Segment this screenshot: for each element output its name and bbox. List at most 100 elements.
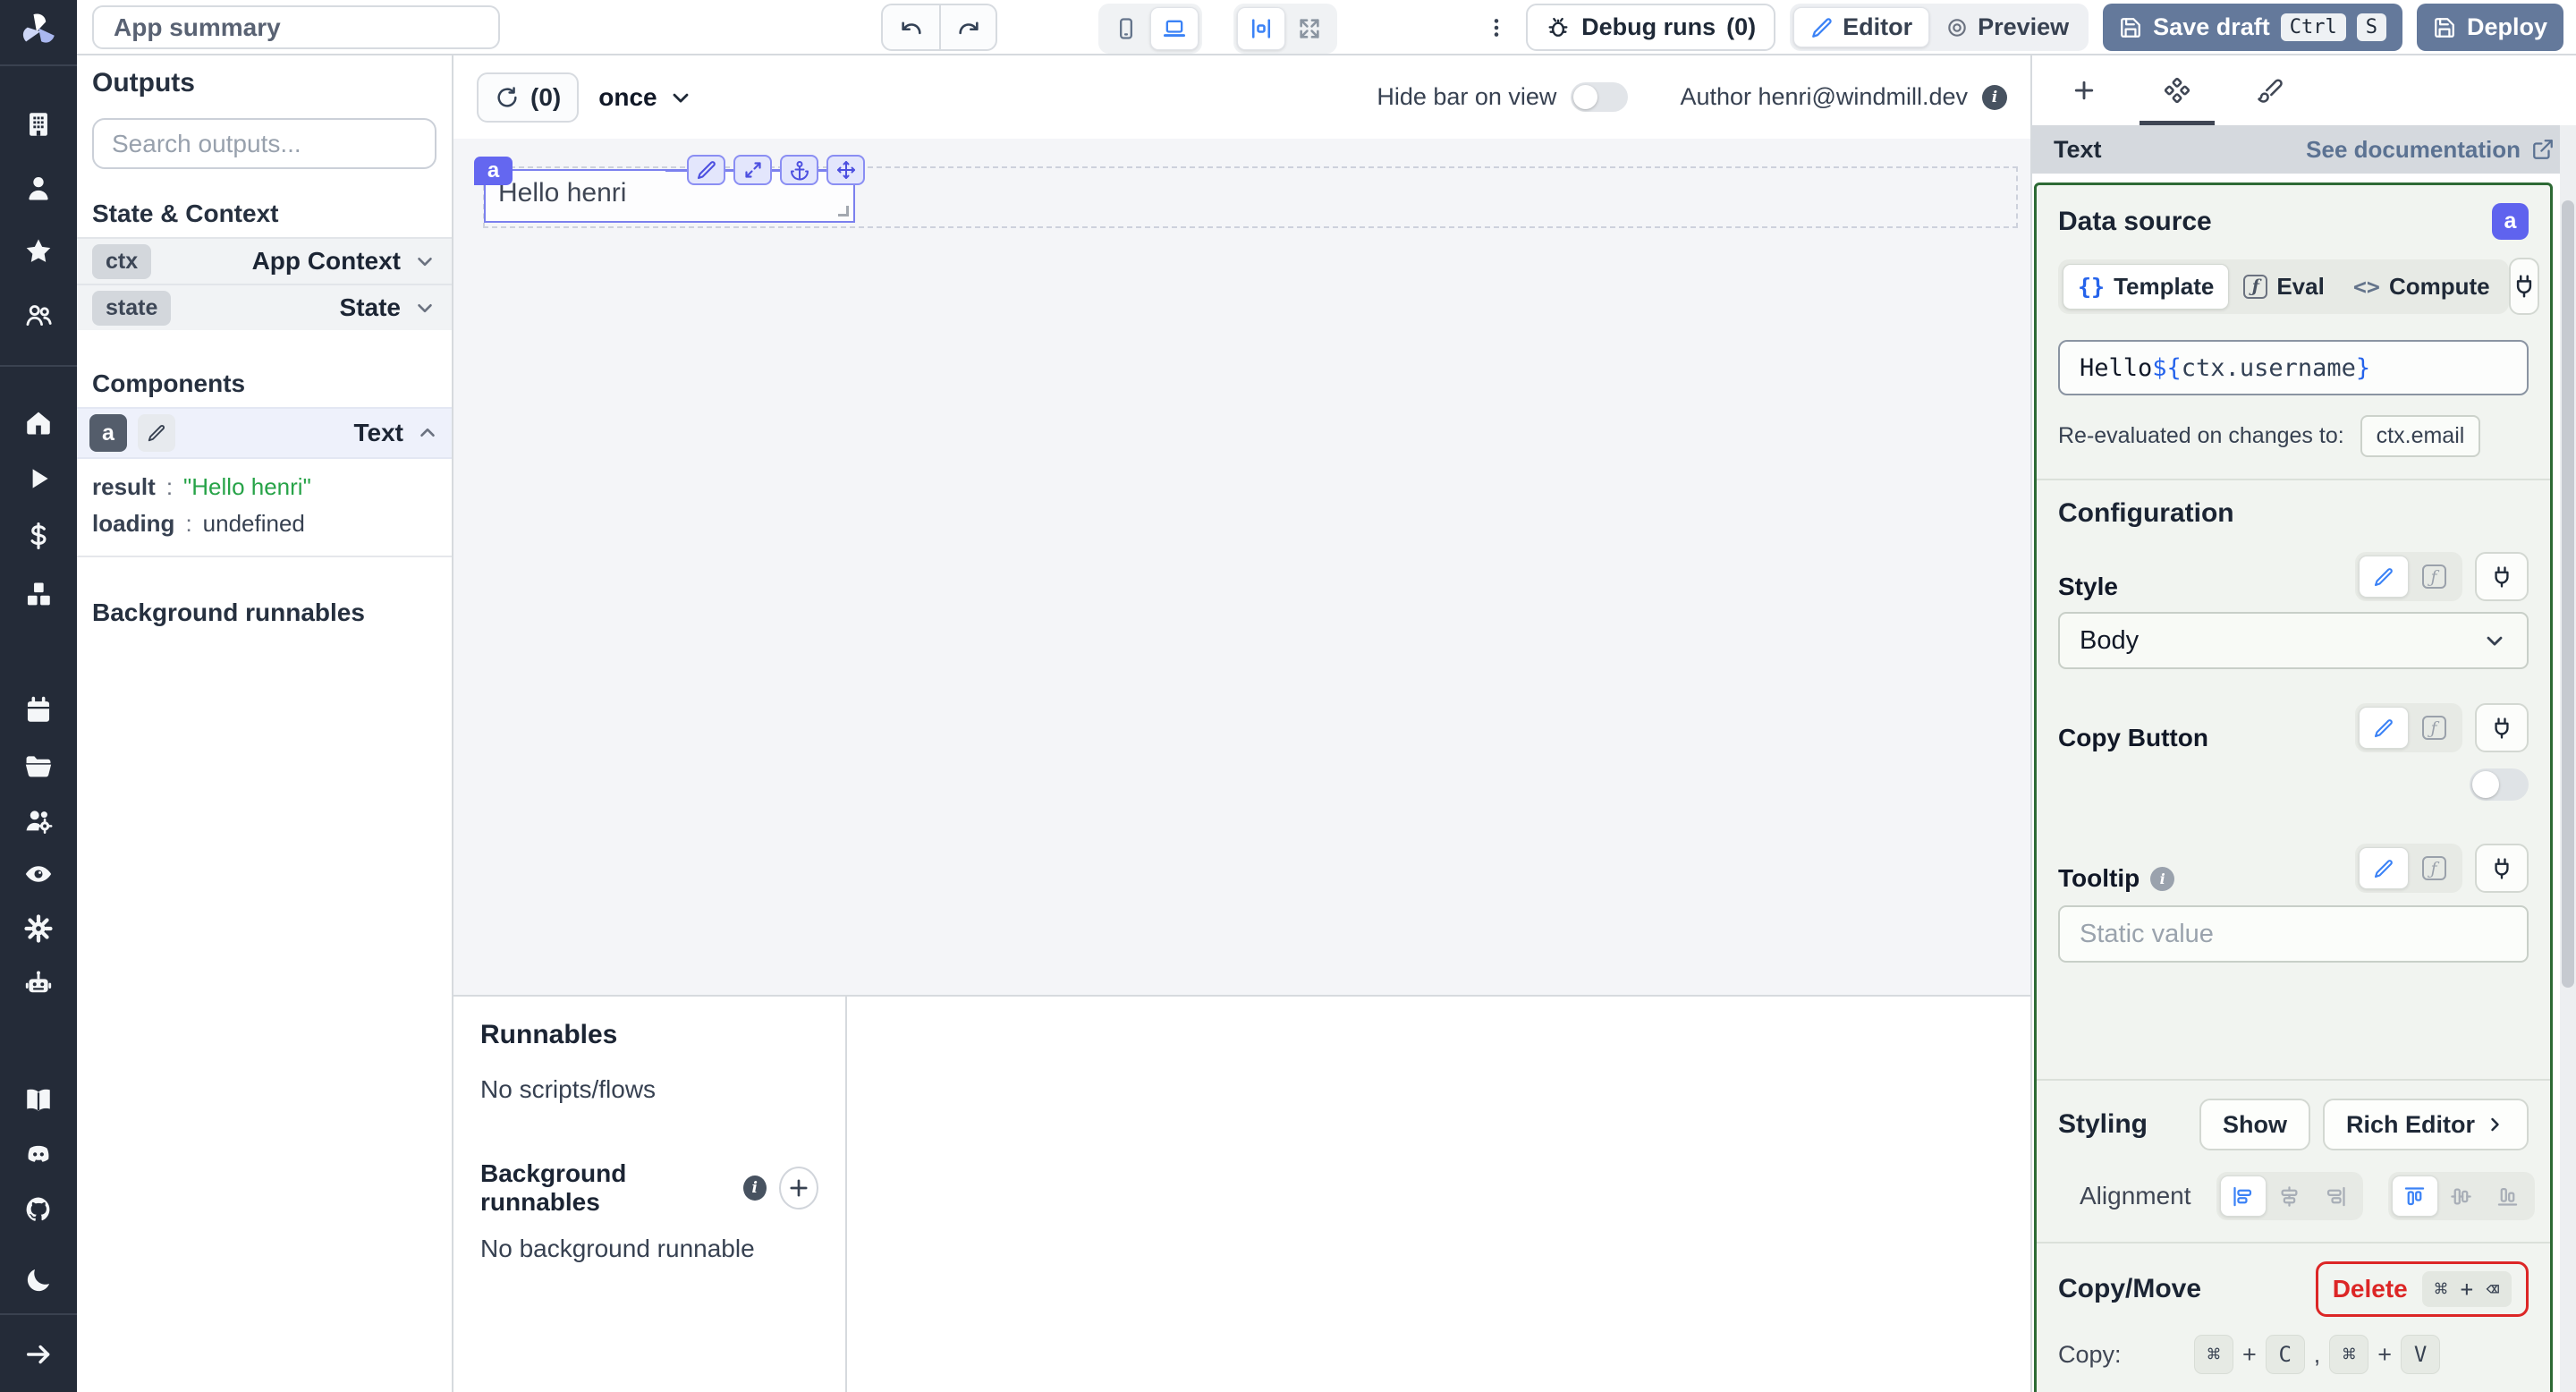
eval-mode-button[interactable]: ƒ [2409,707,2459,749]
debug-runs-button[interactable]: Debug runs (0) [1526,4,1776,51]
undo-redo-group [881,4,997,51]
background-runnables-info-icon[interactable]: i [742,1176,767,1201]
ctx-row[interactable]: ctx App Context [77,237,452,284]
sidebar-item-resources[interactable] [23,580,54,610]
expand-sidebar-icon[interactable] [23,1339,54,1370]
copy-move-section: Copy/Move Delete ⌘ + ⌫ Copy: ⌘ + C, ⌘ + V [2037,1243,2550,1392]
refresh-app-button[interactable]: (0) [477,72,580,123]
discord-icon[interactable] [23,1139,54,1169]
chevron-down-icon [673,93,688,102]
show-styling-button[interactable]: Show [2199,1099,2310,1150]
canvas-grid[interactable]: a Hello henri [453,139,2030,995]
add-background-runnable-button[interactable] [778,1167,818,1210]
align-middle-button[interactable] [2438,1176,2485,1217]
delete-component-button[interactable]: Delete ⌘ + ⌫ [2315,1261,2529,1317]
align-right-button[interactable] [2313,1176,2360,1217]
align-bottom-button[interactable] [2485,1176,2531,1217]
connect-plug-button[interactable] [2475,552,2529,601]
save-draft-button[interactable]: Save draft Ctrl S [2103,4,2402,51]
resize-handle[interactable] [838,206,849,216]
hide-bar-toggle[interactable] [1571,82,1629,112]
eval-mode-button[interactable]: ƒ [2409,556,2459,598]
eval-mode-button[interactable]: ƒ [2409,847,2459,889]
compute-mode-button[interactable]: <> Compute [2339,265,2504,309]
full-width-button[interactable] [1285,7,1334,50]
editor-tab[interactable]: Editor [1793,7,1930,47]
state-row[interactable]: state State [77,284,452,330]
redo-button[interactable] [939,5,996,49]
sidebar-item-home[interactable] [23,407,54,437]
align-left-button[interactable] [2219,1176,2267,1217]
output-result[interactable]: result : "Hello henri" [92,473,436,501]
see-documentation-link[interactable]: See documentation [2306,136,2555,164]
app-summary-input[interactable] [92,5,500,49]
data-source-section: Data source a {} Template ƒ Eval <> Comp… [2037,185,2550,480]
debug-runs-label: Debug runs [1581,13,1716,40]
sidebar-item-settings[interactable] [23,913,54,944]
author-info-icon[interactable]: i [1982,84,2007,110]
styling-section: Styling Show Rich Editor Alignment [2037,1081,2550,1243]
template-mode-button[interactable]: {} Template [2063,263,2230,310]
fixed-width-button[interactable] [1237,7,1285,50]
schedule-dropdown[interactable]: once [598,83,692,112]
tooltip-input[interactable] [2058,905,2529,963]
deploy-button[interactable]: Deploy [2416,4,2563,51]
tab-global-styling[interactable] [2224,55,2317,125]
text-component[interactable]: Hello henri [484,155,865,223]
desktop-view-button[interactable] [1150,7,1199,50]
align-center-button[interactable] [2267,1176,2313,1217]
scrollbar-thumb[interactable] [2562,200,2574,988]
tab-insert-component[interactable] [2038,55,2131,125]
move-component-button[interactable] [826,155,865,185]
anchor-component-button[interactable] [780,155,818,185]
mobile-view-button[interactable] [1102,7,1150,50]
runnables-section: Runnables No scripts/flows Background ru… [453,997,847,1392]
state-label: State [339,293,401,321]
reeval-dependency-badge[interactable]: ctx.email [2360,415,2481,457]
sidebar-item-audit-logs[interactable] [23,859,54,889]
align-top-button[interactable] [2391,1176,2438,1217]
search-outputs-input[interactable] [92,118,436,169]
sidebar-item-docs[interactable] [23,1084,54,1115]
sidebar-item-variables[interactable] [23,521,54,551]
sidebar-item-runs[interactable] [23,463,54,494]
component-a-row[interactable]: a Text [77,407,452,459]
sidebar-item-users[interactable] [23,300,54,330]
configuration-title: Configuration [2058,498,2234,528]
static-mode-button[interactable] [2359,707,2409,749]
expand-component-button[interactable] [733,155,772,185]
style-select[interactable]: Body [2058,612,2529,669]
sidebar-item-ai[interactable] [23,969,54,999]
tab-component-settings[interactable] [2131,55,2224,125]
github-icon[interactable] [23,1194,54,1225]
hide-bar-label: Hide bar on view [1377,83,1557,110]
more-options-icon[interactable] [1481,16,1512,39]
rich-editor-button[interactable]: Rich Editor [2322,1099,2529,1150]
sidebar-item-favorites[interactable] [23,236,54,267]
tooltip-info-icon[interactable]: i [2150,866,2175,891]
refresh-count: (0) [530,82,562,111]
component-outputs: result : "Hello henri" loading : undefin… [77,459,452,557]
undo-button[interactable] [883,5,939,49]
panel-scrollbar[interactable] [2560,125,2576,1392]
sidebar-item-folders[interactable] [23,751,54,781]
edit-component-button[interactable] [687,155,725,185]
runnables-panel: Runnables No scripts/flows Background ru… [453,995,2030,1392]
connect-plug-button[interactable] [2508,258,2539,315]
static-mode-button[interactable] [2359,556,2409,598]
sidebar-item-schedules[interactable] [23,695,54,726]
dark-mode-toggle-icon[interactable] [23,1265,54,1295]
output-loading[interactable]: loading : undefined [92,510,436,538]
windmill-logo-icon[interactable] [19,11,58,50]
rename-component-button[interactable] [138,414,175,452]
connect-plug-button[interactable] [2475,703,2529,752]
sidebar-item-workspace[interactable] [23,109,54,140]
sidebar-item-groups[interactable] [23,805,54,836]
static-mode-button[interactable] [2359,847,2409,889]
connect-plug-button[interactable] [2475,844,2529,893]
template-expression-input[interactable]: Hello ${ctx.username} [2058,340,2529,395]
eval-mode-button[interactable]: ƒ Eval [2229,265,2339,309]
preview-tab[interactable]: Preview [1929,7,2085,47]
copy-button-toggle[interactable] [2470,768,2529,801]
sidebar-item-user[interactable] [23,173,54,203]
